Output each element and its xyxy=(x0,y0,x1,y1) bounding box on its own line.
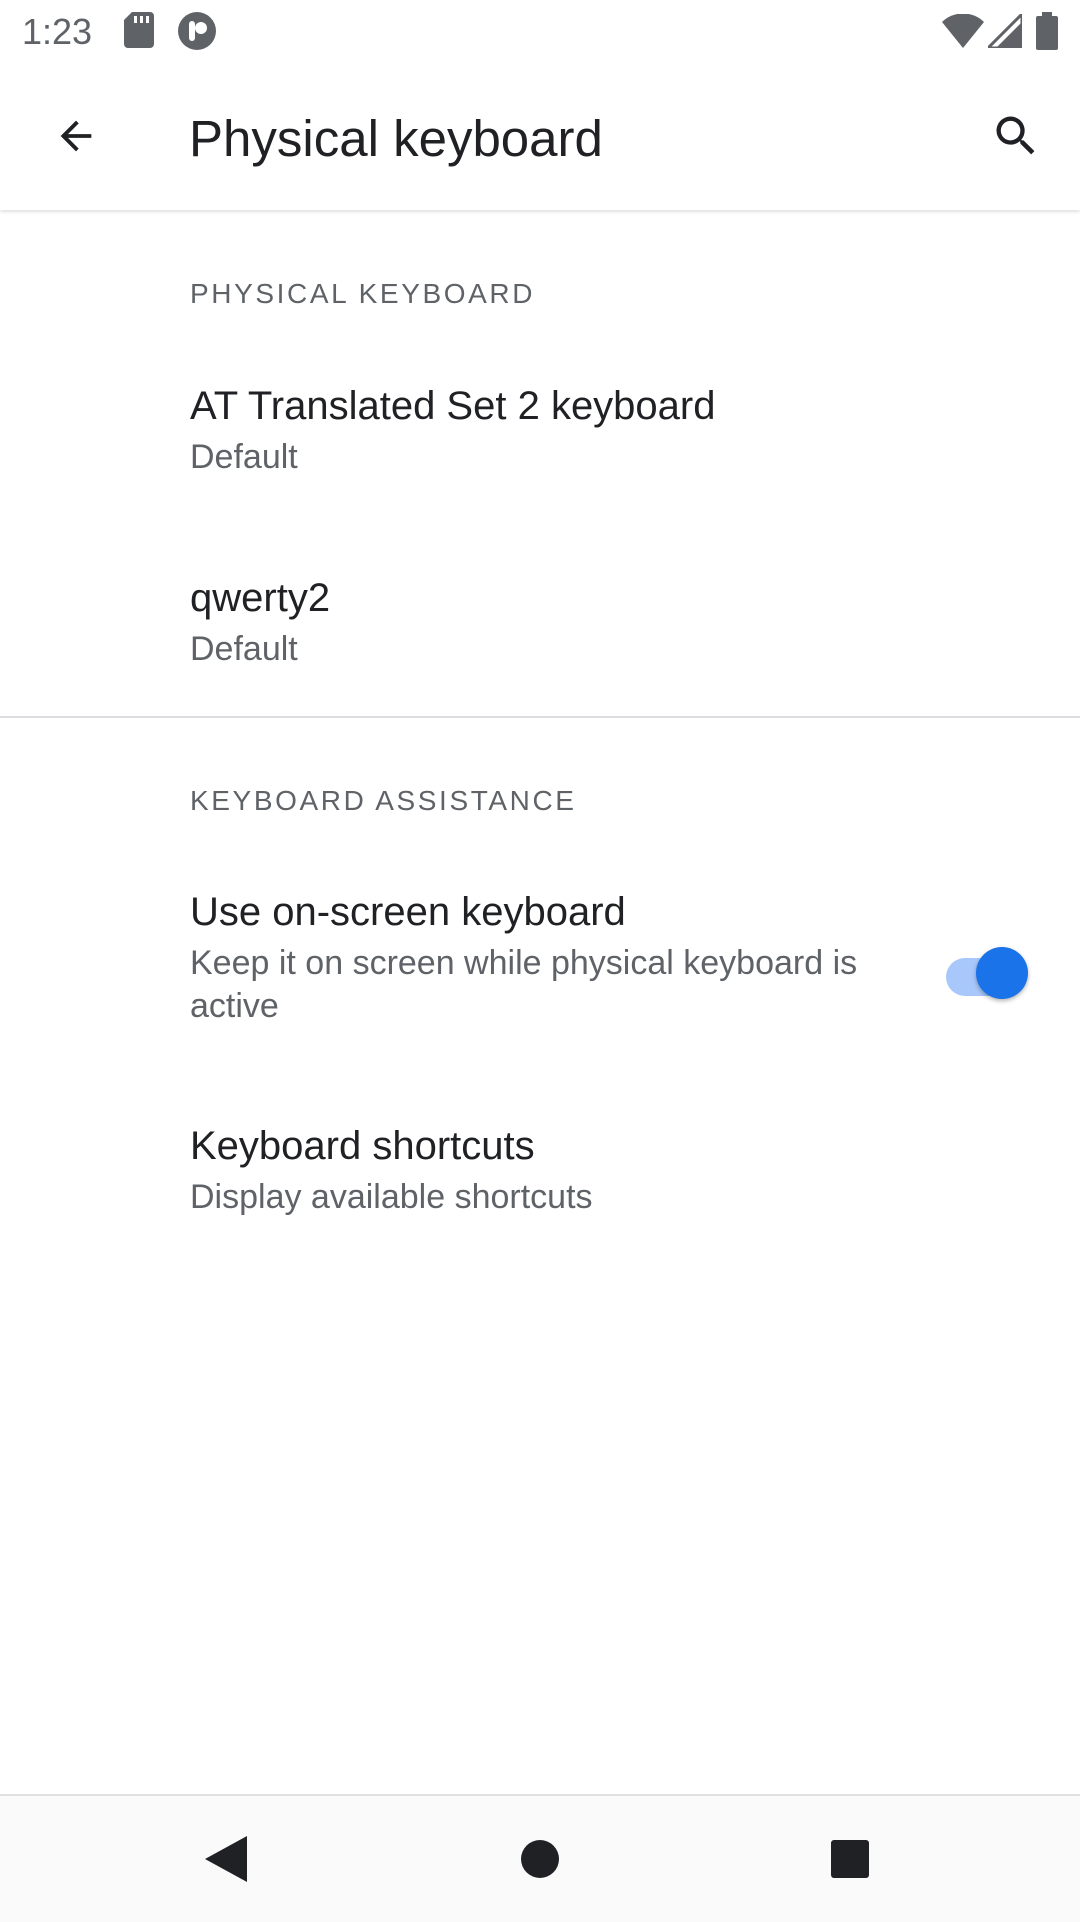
pref-summary: Keep it on screen while physical keyboar… xyxy=(190,944,858,1025)
battery-icon xyxy=(1036,12,1058,50)
pref-title: Use on-screen keyboard xyxy=(190,890,626,934)
arrow-back-icon xyxy=(60,120,92,152)
back-button[interactable] xyxy=(36,96,116,176)
keyboard-shortcuts-item[interactable]: Keyboard shortcuts Display available sho… xyxy=(0,1100,1080,1250)
search-button[interactable] xyxy=(976,96,1056,176)
toggle-thumb xyxy=(976,947,1028,999)
keyboard-item-qwerty2[interactable]: qwerty2 Default xyxy=(0,552,1080,702)
page-title: Physical keyboard xyxy=(189,110,603,167)
status-bar: 1:23 xyxy=(0,0,1080,63)
use-on-screen-keyboard-toggle[interactable] xyxy=(940,939,1030,999)
nav-recents-button[interactable] xyxy=(810,1824,890,1894)
pref-title: qwerty2 xyxy=(190,576,331,620)
pref-title: AT Translated Set 2 keyboard xyxy=(190,384,716,428)
sd-card-icon xyxy=(124,12,154,48)
nav-back-button[interactable] xyxy=(186,1824,266,1894)
signal-icon xyxy=(988,14,1022,48)
nav-home-button[interactable] xyxy=(500,1824,580,1894)
app-bar: Physical keyboard xyxy=(0,63,1080,210)
section-header-physical-keyboard: PHYSICAL KEYBOARD xyxy=(190,278,536,309)
section-header-keyboard-assistance: KEYBOARD ASSISTANCE xyxy=(190,785,577,816)
section-divider xyxy=(0,716,1080,718)
pref-summary: Default xyxy=(190,438,298,476)
pref-summary: Default xyxy=(190,630,298,668)
notification-icon xyxy=(178,12,216,50)
search-icon xyxy=(996,116,1035,155)
use-on-screen-keyboard-item[interactable]: Use on-screen keyboard Keep it on screen… xyxy=(0,866,1080,1056)
keyboard-item-at-translated[interactable]: AT Translated Set 2 keyboard Default xyxy=(0,360,1080,510)
home-circle-icon xyxy=(521,1840,559,1878)
back-triangle-icon xyxy=(205,1836,247,1882)
pref-title: Keyboard shortcuts xyxy=(190,1124,535,1168)
wifi-icon xyxy=(942,14,984,48)
navigation-bar xyxy=(0,1794,1080,1922)
status-time: 1:23 xyxy=(22,11,93,52)
pref-summary: Display available shortcuts xyxy=(190,1178,593,1216)
recents-square-icon xyxy=(831,1840,869,1878)
